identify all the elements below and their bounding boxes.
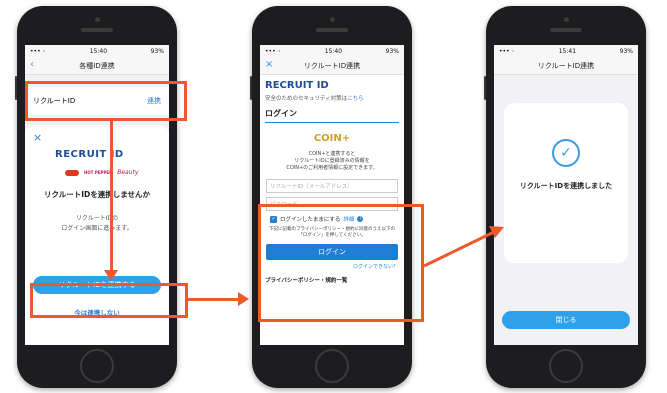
- status-time: 15:40: [89, 47, 108, 55]
- nav-bar: ‹ 各種ID連携: [25, 57, 169, 75]
- signal-indicator: ••• ◦: [30, 47, 47, 55]
- highlight-login-form: [258, 204, 424, 322]
- battery-indicator: 93%: [619, 47, 633, 55]
- recruit-id-logo: RECRUIT ID: [265, 80, 329, 91]
- beauty-logo: Beauty: [117, 169, 139, 176]
- home-button[interactable]: [315, 349, 349, 383]
- highlight-link-button: [30, 283, 188, 318]
- status-time: 15:40: [324, 47, 343, 55]
- coin-desc-2: リクルートIDに登録済みの情報を: [294, 158, 370, 164]
- nav-title: 各種ID連携: [79, 61, 115, 70]
- success-card: ✓ リクルートIDを連携しました: [504, 103, 628, 263]
- speaker: [81, 28, 113, 32]
- phone-1: ••• ◦ 15:40 93% ‹ 各種ID連携 リクルートID 連携 × RE…: [15, 6, 177, 388]
- status-bar: ••• ◦ 15:40 93%: [25, 45, 169, 57]
- front-camera: [330, 17, 335, 22]
- recruit-id-logo: RECRUIT ID: [55, 149, 141, 160]
- phone-2: ••• ◦ 15:40 93% × リクルートID連携 RECRUIT ID 安…: [250, 6, 412, 388]
- arrow-1-line: [110, 121, 113, 274]
- close-icon[interactable]: ×: [265, 59, 273, 70]
- success-message: リクルートIDを連携しました: [519, 182, 613, 190]
- security-note: 安全のためのセキュリティ対策はこちら: [265, 94, 404, 102]
- tutorial-figure: ••• ◦ 15:40 93% ‹ 各種ID連携 リクルートID 連携 × RE…: [0, 0, 667, 393]
- arrow-3-line: [423, 230, 495, 268]
- hotpepper-logo: HOT PEPPER: [84, 170, 113, 175]
- status-bar: ••• ◦ 15:41 93%: [494, 45, 638, 57]
- back-chevron-icon[interactable]: ‹: [30, 59, 34, 70]
- speaker: [550, 28, 582, 32]
- home-button[interactable]: [80, 349, 114, 383]
- coin-plus-logo: COIN+: [313, 133, 351, 144]
- signal-indicator: ••• ◦: [265, 47, 282, 55]
- coin-desc-1: COIN+と連携すると: [308, 151, 356, 157]
- arrow-right-icon: [238, 292, 249, 306]
- highlight-recruit-id-row: [25, 81, 187, 121]
- arrow-2-line: [188, 298, 240, 301]
- modal-heading: リクルートIDを連携しませんか: [43, 190, 151, 199]
- partner-logos: HOT PEPPER Beauty: [65, 169, 138, 176]
- close-icon[interactable]: ×: [33, 131, 42, 144]
- check-circle-icon: ✓: [552, 139, 580, 167]
- modal-desc-1: リクルートIDの: [75, 215, 119, 222]
- coin-desc-3: COIN+のご利用者情報に設定できます。: [286, 165, 378, 171]
- front-camera: [564, 17, 569, 22]
- arrow-down-icon: [104, 270, 118, 281]
- recruit-id-input[interactable]: リクルートID（メールアドレス）: [266, 179, 398, 193]
- close-button[interactable]: 閉じる: [502, 311, 630, 329]
- signal-indicator: ••• ◦: [499, 47, 516, 55]
- status-bar: ••• ◦ 15:40 93%: [260, 45, 404, 57]
- nav-bar: リクルートID連携: [494, 57, 638, 75]
- modal-desc-2: ログイン画面に進みます。: [61, 225, 133, 232]
- nav-bar: × リクルートID連携: [260, 57, 404, 75]
- logo-text: RECRUIT ID: [55, 149, 124, 160]
- battery-indicator: 93%: [385, 47, 399, 55]
- battery-indicator: 93%: [150, 47, 164, 55]
- security-text: 安全のためのセキュリティ対策は: [265, 96, 348, 102]
- security-link[interactable]: こちら: [347, 96, 364, 102]
- nav-title: リクルートID連携: [537, 61, 595, 70]
- status-time: 15:41: [558, 47, 577, 55]
- home-button[interactable]: [549, 349, 583, 383]
- phone-3-screen: ••• ◦ 15:41 93% リクルートID連携 ✓ リクルートIDを連携しま…: [494, 45, 638, 345]
- phone-3: ••• ◦ 15:41 93% リクルートID連携 ✓ リクルートIDを連携しま…: [484, 6, 646, 388]
- hotpepper-wave-icon: [65, 169, 79, 176]
- login-heading: ログイン: [265, 108, 399, 123]
- nav-title: リクルートID連携: [303, 61, 361, 70]
- front-camera: [95, 17, 100, 22]
- speaker: [316, 28, 348, 32]
